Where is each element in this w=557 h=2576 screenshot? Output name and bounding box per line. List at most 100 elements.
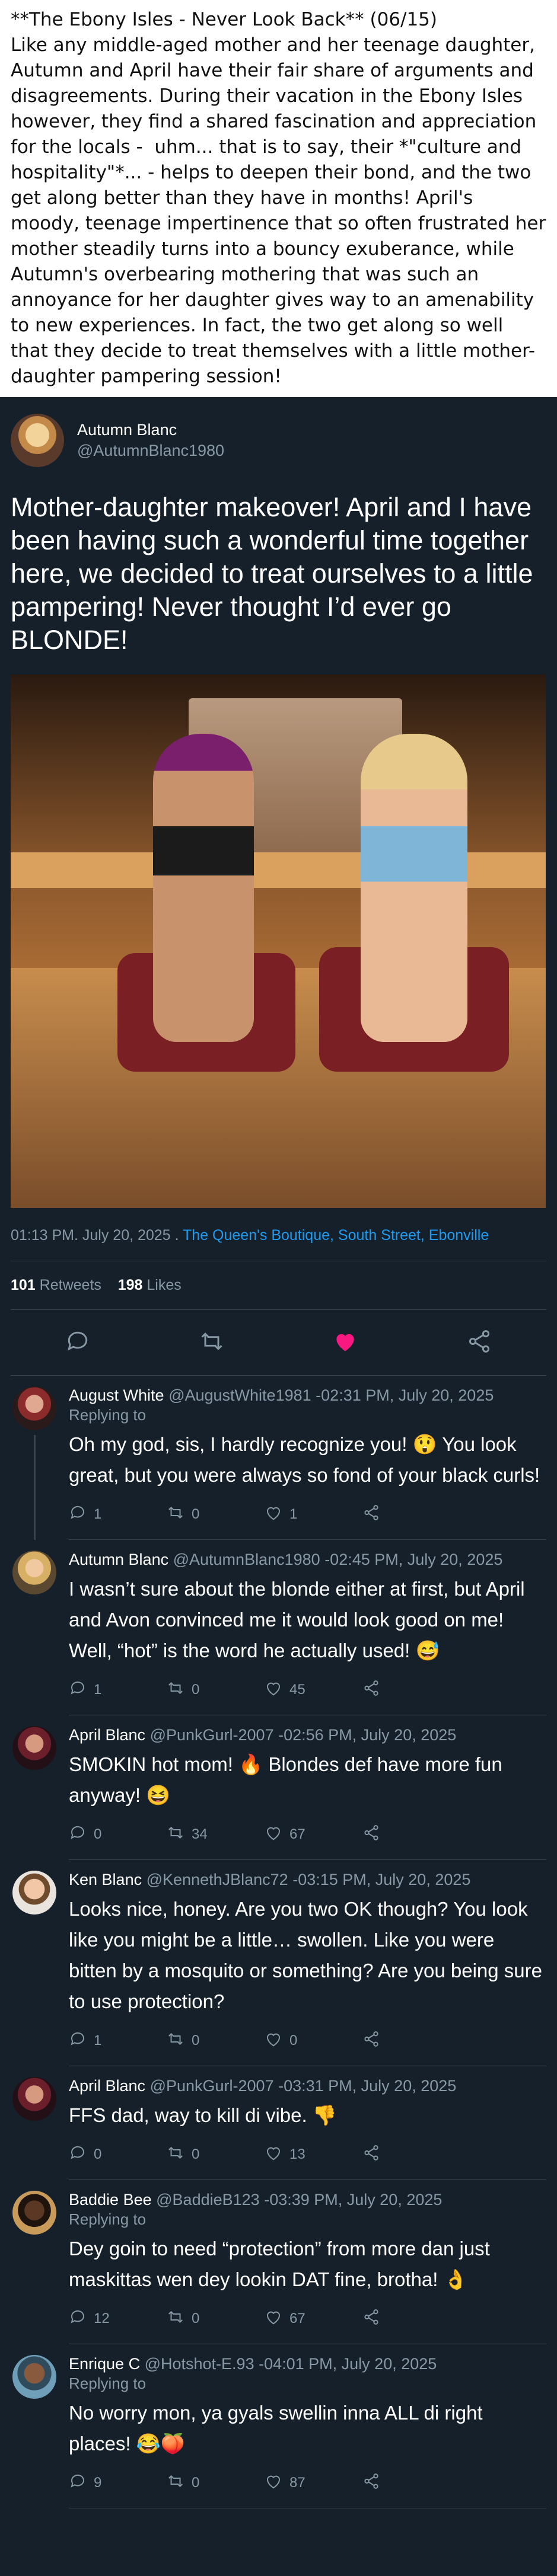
share-icon <box>362 2030 387 2052</box>
reply-share-button[interactable] <box>362 1679 460 1701</box>
reply-like-button[interactable]: 67 <box>265 1824 362 1846</box>
reply-share-button[interactable] <box>362 2030 460 2052</box>
reply-author-name[interactable]: Ken Blanc <box>69 1871 142 1888</box>
like-count: 13 <box>289 2146 305 2162</box>
reply-like-button[interactable]: 45 <box>265 1679 362 1701</box>
reply-item[interactable]: Baddie Bee @BaddieB123 -03:39 PM, July 2… <box>0 2180 557 2344</box>
reply-reply-button[interactable]: 1 <box>69 1504 167 1526</box>
retweets-label[interactable]: Retweets <box>40 1277 101 1293</box>
reply-reply-button[interactable]: 0 <box>69 2144 167 2166</box>
reply-time: -03:31 PM, July 20, 2025 <box>278 2077 457 2095</box>
main-tweet: Autumn Blanc @AutumnBlanc1980 Mother-dau… <box>0 397 557 1376</box>
reply-author-name[interactable]: Autumn Blanc <box>69 1551 168 1568</box>
reply-author-handle[interactable]: @PunkGurl-2007 <box>150 2077 274 2095</box>
reply-share-button[interactable] <box>362 2472 460 2494</box>
reply-count: 9 <box>94 2475 102 2491</box>
share-icon <box>362 1679 387 1701</box>
reply-share-button[interactable] <box>362 1504 460 1526</box>
reply-share-button[interactable] <box>362 2308 460 2330</box>
reply-actions: 1 0 0 <box>69 2023 546 2059</box>
story-intro: **The Ebony Isles - Never Look Back** (0… <box>0 0 557 397</box>
like-icon[interactable] <box>332 1328 358 1357</box>
reply-count: 1 <box>94 1682 102 1698</box>
reply-retweet-button[interactable]: 0 <box>167 1504 265 1526</box>
reply-author-handle[interactable]: @KennethJBlanc72 <box>147 1871 288 1888</box>
author-name[interactable]: Autumn Blanc <box>77 421 224 439</box>
avatar[interactable] <box>11 414 64 467</box>
retweet-icon <box>167 1824 192 1846</box>
reply-author-name[interactable]: Baddie Bee <box>69 2191 152 2209</box>
reply-time: -02:45 PM, July 20, 2025 <box>324 1551 503 1568</box>
share-icon[interactable] <box>466 1328 492 1357</box>
avatar[interactable] <box>12 2191 56 2235</box>
reply-reply-button[interactable]: 12 <box>69 2308 167 2330</box>
retweet-count: 0 <box>192 2475 200 2491</box>
reply-retweet-button[interactable]: 0 <box>167 2030 265 2052</box>
tweet-actions <box>11 1310 546 1375</box>
like-icon <box>265 2308 289 2330</box>
reply-reply-button[interactable]: 1 <box>69 1679 167 1701</box>
likes-label[interactable]: Likes <box>147 1277 181 1293</box>
reply-retweet-button[interactable]: 0 <box>167 2144 265 2166</box>
reply-icon <box>69 1824 94 1846</box>
share-icon <box>362 1504 387 1526</box>
retweets-count[interactable]: 101 <box>11 1277 36 1293</box>
reply-item[interactable]: Ken Blanc @KennethJBlanc72 -03:15 PM, Ju… <box>0 1860 557 2066</box>
avatar[interactable] <box>12 2355 56 2399</box>
reply-item[interactable]: April Blanc @PunkGurl-2007 -03:31 PM, Ju… <box>0 2066 557 2180</box>
reply-like-button[interactable]: 13 <box>265 2144 362 2166</box>
reply-reply-button[interactable]: 1 <box>69 2030 167 2052</box>
avatar[interactable] <box>12 1871 56 1915</box>
reply-author-handle[interactable]: @AugustWhite1981 <box>168 1386 311 1404</box>
likes-count[interactable]: 198 <box>118 1277 143 1293</box>
share-icon <box>362 2308 387 2330</box>
reply-reply-button[interactable]: 9 <box>69 2472 167 2494</box>
like-icon <box>265 1504 289 1526</box>
reply-retweet-button[interactable]: 34 <box>167 1824 265 1846</box>
reply-retweet-button[interactable]: 0 <box>167 2472 265 2494</box>
reply-like-button[interactable]: 87 <box>265 2472 362 2494</box>
reply-like-button[interactable]: 67 <box>265 2308 362 2330</box>
retweet-icon <box>167 1504 192 1526</box>
avatar[interactable] <box>12 1551 56 1594</box>
avatar[interactable] <box>12 2077 56 2121</box>
reply-like-button[interactable]: 1 <box>265 1504 362 1526</box>
retweet-count: 0 <box>192 1682 200 1698</box>
avatar[interactable] <box>12 1726 56 1770</box>
reply-share-button[interactable] <box>362 1824 460 1846</box>
tweet-meta: 01:13 PM. July 20, 2025 . The Queen's Bo… <box>11 1227 546 1244</box>
reply-author-name[interactable]: August White <box>69 1386 164 1404</box>
reply-like-button[interactable]: 0 <box>265 2030 362 2052</box>
reply-retweet-button[interactable]: 0 <box>167 2308 265 2330</box>
reply-share-button[interactable] <box>362 2144 460 2166</box>
author-handle[interactable]: @AutumnBlanc1980 <box>77 442 224 460</box>
reply-author-name[interactable]: April Blanc <box>69 1726 145 1744</box>
reply-item[interactable]: April Blanc @PunkGurl-2007 -02:56 PM, Ju… <box>0 1715 557 1860</box>
reply-retweet-button[interactable]: 0 <box>167 1679 265 1701</box>
reply-icon[interactable] <box>65 1328 91 1357</box>
reply-icon <box>69 2030 94 2052</box>
reply-icon <box>69 1679 94 1701</box>
reply-author-name[interactable]: April Blanc <box>69 2077 145 2095</box>
reply-time: -03:15 PM, July 20, 2025 <box>292 1871 471 1888</box>
retweet-icon <box>167 2030 192 2052</box>
avatar[interactable] <box>12 1386 56 1430</box>
reply-author-handle[interactable]: @AutumnBlanc1980 <box>173 1551 320 1568</box>
reply-item[interactable]: Enrique C @Hotshot-E.93 -04:01 PM, July … <box>0 2344 557 2508</box>
reply-author-name[interactable]: Enrique C <box>69 2355 140 2373</box>
retweet-icon[interactable] <box>199 1328 225 1357</box>
reply-item[interactable]: Autumn Blanc @AutumnBlanc1980 -02:45 PM,… <box>0 1540 557 1715</box>
reply-author-handle[interactable]: @Hotshot-E.93 <box>145 2355 254 2373</box>
reply-author-handle[interactable]: @PunkGurl-2007 <box>150 1726 274 1744</box>
tweet-location[interactable]: The Queen's Boutique, South Street, Ebon… <box>183 1227 489 1244</box>
like-icon <box>265 2472 289 2494</box>
reply-item[interactable]: August White @AugustWhite1981 -02:31 PM,… <box>0 1376 557 1540</box>
reply-reply-button[interactable]: 0 <box>69 1824 167 1846</box>
tweet-photo[interactable] <box>11 675 546 1208</box>
replying-to: Replying to <box>69 1406 147 1424</box>
reply-actions: 0 34 67 <box>69 1817 546 1852</box>
tweet-author[interactable]: Autumn Blanc @AutumnBlanc1980 <box>11 408 546 473</box>
reply-author-handle[interactable]: @BaddieB123 <box>156 2191 260 2209</box>
share-icon <box>362 1824 387 1846</box>
retweet-count: 0 <box>192 2146 200 2162</box>
